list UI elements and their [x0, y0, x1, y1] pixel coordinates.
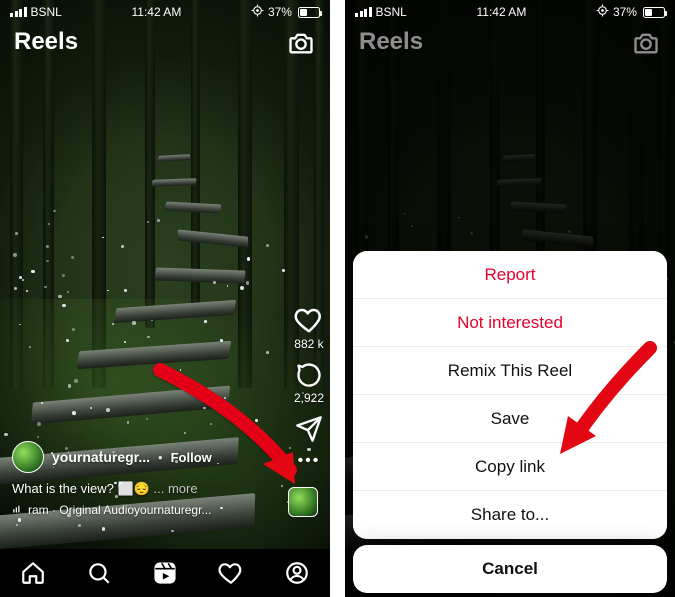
action-sheet: Report Not interested Remix This Reel Sa… — [353, 251, 667, 539]
reel-meta: yournaturegr... • Follow What is the vie… — [12, 441, 270, 517]
signal-icon — [10, 7, 27, 17]
sheet-item-remix[interactable]: Remix This Reel — [353, 347, 667, 395]
phone-right: BSNL 11:42 AM 37% Reels Report Not inter… — [345, 0, 675, 597]
sheet-item-share-to[interactable]: Share to... — [353, 491, 667, 539]
sheet-item-copy-link[interactable]: Copy link — [353, 443, 667, 491]
paper-plane-icon — [295, 415, 323, 443]
carrier-label: BSNL — [31, 5, 62, 19]
caption-emoji: ⬜😔 — [118, 481, 150, 496]
sheet-item-not-interested[interactable]: Not interested — [353, 299, 667, 347]
follow-button[interactable]: Follow — [171, 450, 212, 465]
tab-home[interactable] — [19, 559, 47, 587]
clock-label: 11:42 AM — [132, 5, 182, 19]
sheet-item-save[interactable]: Save — [353, 395, 667, 443]
tab-reels[interactable] — [151, 559, 179, 587]
caption-more-button[interactable]: ... more — [154, 481, 198, 496]
status-bar: BSNL 11:42 AM 37% — [0, 0, 330, 22]
audio-icon — [12, 505, 22, 515]
dot-separator: • — [158, 450, 163, 465]
more-icon: ••• — [298, 453, 321, 469]
phone-left: BSNL 11:42 AM 37% Reels 882 k 2,922 — [0, 0, 330, 597]
tab-profile[interactable] — [283, 559, 311, 587]
share-button[interactable] — [295, 415, 323, 443]
sheet-cancel-button[interactable]: Cancel — [353, 545, 667, 593]
audio-text: ram · Original Audioyournaturegr... — [28, 503, 211, 517]
battery-pct-label: 37% — [268, 5, 292, 19]
page-title: Reels — [14, 28, 78, 56]
reel-action-rail: 882 k 2,922 ••• — [294, 305, 324, 469]
more-options-button[interactable]: ••• — [298, 453, 321, 469]
bottom-nav — [0, 549, 330, 597]
username-label[interactable]: yournaturegr... — [52, 449, 150, 465]
like-count: 882 k — [294, 337, 323, 351]
caption-text: What is the view? — [12, 481, 114, 496]
like-button[interactable]: 882 k — [294, 305, 324, 351]
camera-button[interactable] — [286, 28, 316, 58]
battery-icon — [298, 7, 320, 18]
tab-search[interactable] — [85, 559, 113, 587]
comment-button[interactable]: 2,922 — [294, 361, 324, 405]
tab-activity[interactable] — [217, 559, 245, 587]
audio-button[interactable]: ram · Original Audioyournaturegr... — [12, 503, 270, 517]
avatar[interactable] — [12, 441, 44, 473]
action-sheet-backdrop[interactable]: Report Not interested Remix This Reel Sa… — [345, 0, 675, 597]
heart-icon — [294, 305, 324, 335]
audio-thumbnail[interactable] — [288, 487, 318, 517]
sheet-item-report[interactable]: Report — [353, 251, 667, 299]
comment-icon — [295, 361, 323, 389]
location-icon — [251, 4, 264, 20]
comment-count: 2,922 — [294, 391, 324, 405]
